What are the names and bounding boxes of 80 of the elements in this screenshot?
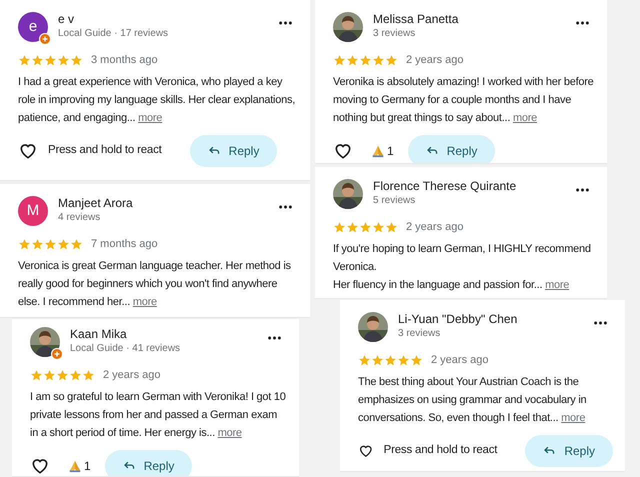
star-icon (333, 54, 346, 67)
reviewer-name[interactable]: Manjeet Arora (58, 196, 269, 211)
reply-button[interactable]: Reply (190, 134, 278, 166)
avatar: M (18, 196, 48, 226)
more-link[interactable]: more (545, 278, 570, 290)
star-icon (333, 220, 346, 234)
more-link[interactable]: more (132, 296, 157, 308)
more-link[interactable]: more (512, 112, 538, 124)
review-time: 2 years ago (406, 220, 464, 235)
more-options-icon[interactable] (576, 188, 589, 192)
reply-arrow-icon (208, 144, 221, 157)
more-options-icon[interactable] (576, 21, 589, 25)
star-icon (57, 238, 70, 251)
more-link[interactable]: more (561, 412, 586, 424)
reviewer-meta: Local Guide · 17 reviews (58, 27, 170, 41)
more-options-icon[interactable] (268, 336, 281, 340)
star-icon (346, 220, 359, 234)
reviewer-meta: Local Guide · 41 reviews (70, 342, 182, 356)
more-options-icon[interactable] (279, 21, 292, 25)
reviewer-meta: 3 reviews (373, 27, 416, 41)
review-text: I am so grateful to learn German with Veronika! I got 10 private lessons from her and passed a German exam in a short period of time. Her energy is... more (30, 390, 287, 440)
star-icon (70, 54, 83, 67)
star-icon (18, 238, 31, 251)
review-text: The best thing about Your Austrian Coach is the emphasizes on using grammar and vocabulary in conversations. So, even though I feel that... more (358, 374, 588, 426)
reviewer-name[interactable]: Florence Therese Quirante (373, 179, 566, 194)
star-icon (372, 54, 385, 67)
star-icon (57, 54, 70, 67)
review-time: 2 years ago (431, 353, 488, 368)
star-icon (44, 238, 57, 251)
star-icon (372, 220, 385, 234)
star-icon (359, 54, 372, 67)
review-text: If you're hoping to learn German, I HIGHLY recommend Veronica. Her fluency in the language and passion for... more (333, 242, 592, 292)
star-icon (70, 238, 83, 251)
reviewer-meta: 5 reviews (373, 194, 416, 208)
review-time: 7 months ago (91, 237, 158, 252)
star-icon (56, 368, 69, 382)
star-icon (69, 368, 82, 382)
star-icon (31, 238, 44, 251)
reviewer-name[interactable]: Kaan Mika (70, 327, 258, 342)
star-icon (44, 54, 57, 67)
reply-button[interactable]: Reply (408, 134, 496, 163)
reply-arrow-icon (122, 459, 136, 472)
reaction-count: 1 (387, 142, 394, 160)
reply-button[interactable]: Reply (525, 434, 613, 466)
star-icon (385, 220, 398, 234)
star-icon (82, 368, 95, 382)
review-text: I had a great experience with Veronica, who played a key role in improving my language skills. Her clear explanations, patience, and engaging... more (18, 74, 296, 126)
star-icon (397, 354, 410, 367)
star-icon (346, 54, 359, 67)
star-icon (384, 354, 397, 367)
reviewer-name[interactable]: Li-Yuan "Debby" Chen (398, 312, 584, 327)
review-time: 2 years ago (406, 53, 464, 68)
reply-arrow-icon (543, 444, 556, 457)
more-link[interactable]: more (138, 112, 162, 124)
react-hint: Press and hold to react (48, 142, 162, 158)
star-icon (359, 220, 372, 234)
review-text: Veronica is great German language teacher. Her method is really good for beginners which you won't find anywhere else. I recommend her... more (18, 258, 292, 310)
star-icon (410, 354, 423, 367)
react-hint: Press and hold to react (384, 442, 498, 458)
reply-arrow-icon (426, 144, 439, 157)
more-options-icon[interactable] (594, 321, 607, 325)
more-options-icon[interactable] (279, 205, 292, 209)
star-icon (43, 368, 56, 382)
more-link[interactable]: more (218, 426, 242, 438)
star-icon (18, 54, 31, 67)
star-icon (30, 368, 43, 382)
reviewer-meta: 4 reviews (58, 211, 102, 225)
star-icon (371, 354, 384, 367)
reaction-count: 1 (84, 458, 91, 474)
reviewer-meta: 3 reviews (398, 327, 442, 341)
reviewer-name[interactable]: e v (58, 12, 269, 27)
review-time: 2 years ago (103, 368, 160, 383)
avatar: e (18, 12, 48, 42)
star-icon (385, 54, 398, 67)
reviewer-name[interactable]: Melissa Panetta (373, 12, 566, 27)
reply-button[interactable]: Reply (104, 450, 192, 476)
review-text: Veronika is absolutely amazing! I worked with her before moving to Germany for a couple months and I have nothing but great things to say about... more (333, 74, 595, 126)
star-icon (358, 354, 371, 367)
review-time: 3 months ago (91, 53, 158, 68)
star-icon (31, 54, 44, 67)
